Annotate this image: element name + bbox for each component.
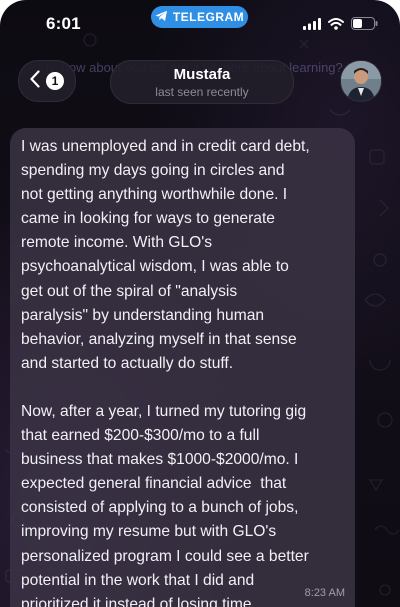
status-time: 6:01 <box>46 14 81 33</box>
telegram-pill[interactable]: TELEGRAM <box>151 6 248 28</box>
message-timestamp: 8:23 AM <box>304 587 345 599</box>
message-bubble[interactable]: I was unemployed and in credit card debt… <box>10 128 355 607</box>
chevron-left-icon <box>30 69 40 93</box>
message-paragraph: I was unemployed and in credit card debt… <box>21 138 310 372</box>
contact-header[interactable]: Mustafa last seen recently <box>110 60 294 104</box>
status-icons <box>303 17 378 35</box>
chat-screen: 6:01 TELEGRAM how about learning? 1 Must… <box>0 0 400 607</box>
unread-count-badge: 1 <box>46 72 64 90</box>
status-bar: 6:01 TELEGRAM <box>0 0 400 44</box>
telegram-plane-icon <box>155 10 168 25</box>
battery-icon <box>351 17 378 35</box>
back-button[interactable]: 1 <box>18 60 76 102</box>
contact-name: Mustafa <box>173 66 231 83</box>
contact-last-seen: last seen recently <box>155 85 249 99</box>
telegram-pill-label: TELEGRAM <box>172 10 245 24</box>
message-paragraph: Now, after a year, I turned my tutoring … <box>21 402 309 607</box>
signal-bars-icon <box>303 17 321 35</box>
avatar[interactable] <box>340 60 382 102</box>
wifi-icon <box>328 17 344 35</box>
